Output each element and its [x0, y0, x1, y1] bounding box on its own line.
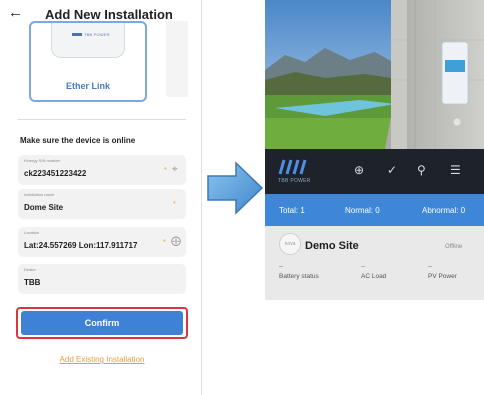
add-circle-icon[interactable]: ⊕ — [354, 163, 364, 177]
device-image: TBB POWER — [51, 23, 125, 58]
ether-link-option[interactable]: TBB POWER Ether Link — [29, 21, 147, 102]
required-mark: * — [173, 201, 176, 208]
add-existing-installation-link[interactable]: Add Existing Installation — [18, 355, 186, 364]
installation-name-field[interactable]: Installation name Dome Site * — [18, 189, 186, 219]
site-name: Demo Site — [305, 240, 359, 252]
sn-number-field[interactable]: Kinergy S/N number ck223451223422 * ⌖ — [18, 155, 186, 185]
tbb-logo-icon — [278, 159, 307, 175]
abnormal-count[interactable]: Abnormal: 0 — [422, 206, 465, 215]
menu-icon[interactable]: ☰ — [450, 163, 461, 177]
field-value: ck223451223422 — [24, 169, 87, 178]
confirm-highlight: Confirm — [16, 307, 188, 339]
required-mark: * — [163, 239, 166, 246]
ac-load-label: AC Load — [361, 273, 387, 280]
ether-link-label: Ether Link — [65, 81, 110, 91]
field-value: Dome Site — [24, 203, 64, 212]
field-value: Lat:24.557269 Lon:117.911717 — [24, 241, 138, 250]
normal-count[interactable]: Normal: 0 — [345, 206, 380, 215]
brand-text: TBB POWER — [278, 178, 311, 184]
ac-load-value: -- — [361, 264, 365, 270]
pv-power-label: PV Power — [428, 273, 457, 280]
confirm-button[interactable]: Confirm — [21, 311, 183, 335]
site-photo — [265, 0, 484, 149]
required-mark: * — [164, 167, 167, 174]
battery-status-value: -- — [279, 264, 283, 270]
pv-power-value: -- — [428, 264, 432, 270]
total-count[interactable]: Total: 1 — [279, 206, 305, 215]
brand-logo: TBB POWER — [278, 158, 318, 186]
field-label: Kinergy S/N number — [24, 158, 61, 163]
divider — [201, 0, 202, 395]
status-badge: Offline — [445, 244, 463, 250]
battery-status-label: Battery status — [279, 273, 319, 280]
page-title: Add New Installation — [45, 7, 173, 22]
locate-icon[interactable]: ⨁ — [171, 236, 181, 247]
check-circle-icon[interactable]: ✓ — [387, 163, 397, 177]
field-label: Dealer — [24, 267, 36, 272]
arrow-right-icon — [207, 161, 264, 215]
toolbar: TBB POWER ⊕ ✓ ⚲ ☰ — [265, 149, 484, 194]
wifi-option-card[interactable] — [166, 21, 188, 97]
field-label: Location — [24, 230, 40, 235]
online-notice: Make sure the device is online — [20, 136, 136, 145]
search-icon[interactable]: ⚲ — [417, 163, 426, 177]
installation-list-screen: TBB POWER ⊕ ✓ ⚲ ☰ Total: 1 Normal: 0 Abn… — [265, 0, 484, 395]
scan-icon[interactable]: ⌖ — [172, 164, 178, 175]
device-brand: TBB POWER — [84, 32, 110, 37]
arrow-left-icon[interactable]: ← — [8, 5, 23, 21]
site-card[interactable]: nova Demo Site Offline -- Battery status… — [265, 226, 484, 300]
dealer-field[interactable]: Dealer TBB — [18, 264, 186, 294]
location-field[interactable]: Location Lat:24.557269 Lon:117.911717 * … — [18, 227, 186, 257]
site-logo: nova — [279, 233, 301, 255]
summary-bar: Total: 1 Normal: 0 Abnormal: 0 — [265, 194, 484, 226]
field-value: TBB — [24, 278, 41, 287]
add-installation-screen: ← Add New Installation TBB POWER Ether L… — [0, 0, 201, 395]
field-label: Installation name — [24, 192, 55, 197]
divider — [18, 119, 186, 120]
